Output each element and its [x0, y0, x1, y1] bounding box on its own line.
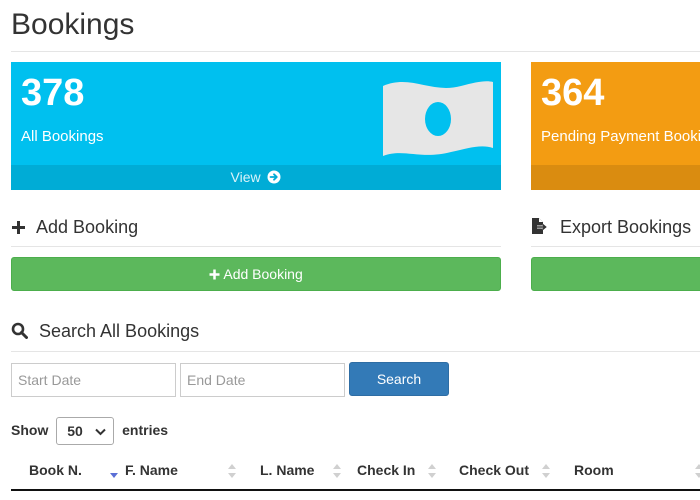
- pending-payment-label: Pending Payment Bookings: [541, 128, 700, 145]
- plus-icon: [209, 269, 220, 280]
- arrow-circle-right-icon: [267, 167, 281, 190]
- export-bookings-button[interactable]: [531, 257, 700, 291]
- all-bookings-box: 378 All Bookings View: [11, 62, 501, 190]
- view-bookings-link[interactable]: View: [11, 165, 501, 190]
- export-bookings-heading: Export Bookings: [531, 215, 691, 239]
- sort-icon: [333, 464, 341, 478]
- column-label: Check Out: [459, 462, 530, 478]
- chevron-down-icon: [95, 429, 106, 436]
- search-divider: [11, 351, 700, 352]
- export-divider: [531, 246, 700, 247]
- entries-select[interactable]: 50: [56, 417, 115, 446]
- pending-payment-footer[interactable]: [531, 165, 700, 190]
- column-label: F. Name: [125, 462, 178, 478]
- search-bookings-heading: Search All Bookings: [11, 319, 199, 343]
- add-booking-title: Add Booking: [36, 217, 139, 237]
- sort-desc-icon: [110, 473, 118, 478]
- table-header-border: [11, 489, 700, 491]
- column-header-check-out[interactable]: Check Out: [459, 453, 559, 489]
- search-icon: [11, 321, 39, 341]
- end-date-input[interactable]: [180, 363, 345, 397]
- add-booking-button-label: Add Booking: [223, 266, 303, 282]
- add-divider: [11, 246, 501, 247]
- view-link-label: View: [230, 169, 261, 185]
- column-header-last-name[interactable]: L. Name: [260, 453, 350, 489]
- column-header-room[interactable]: Room: [574, 453, 700, 489]
- title-divider: [11, 51, 700, 52]
- export-bookings-title: Export Bookings: [560, 217, 692, 237]
- column-label: L. Name: [260, 462, 315, 478]
- plus-icon: [11, 217, 36, 237]
- file-export-icon: [531, 217, 560, 237]
- page-title: Bookings: [11, 8, 135, 41]
- sort-icon: [542, 464, 550, 478]
- sort-icon: [695, 464, 700, 478]
- add-booking-button[interactable]: Add Booking: [11, 257, 501, 291]
- show-label: Show: [11, 422, 49, 438]
- column-header-first-name[interactable]: F. Name: [125, 453, 245, 489]
- entries-value: 50: [67, 423, 83, 440]
- search-button[interactable]: Search: [349, 362, 449, 396]
- add-booking-heading: Add Booking: [11, 215, 138, 239]
- entries-suffix: entries: [122, 422, 169, 438]
- column-label: Room: [574, 462, 614, 478]
- bookings-table-header: Book N. F. Name L. Name Check In Check O…: [11, 453, 700, 489]
- money-icon: [381, 78, 495, 165]
- sort-icon: [228, 464, 236, 478]
- sort-icon: [428, 464, 436, 478]
- entries-control: Show 50 entries: [11, 416, 169, 446]
- column-header-check-in[interactable]: Check In: [357, 453, 449, 489]
- search-bookings-title: Search All Bookings: [39, 321, 200, 341]
- pending-payment-box: 364 Pending Payment Bookings: [531, 62, 700, 190]
- column-label: Book N.: [29, 462, 82, 478]
- column-header-book-number[interactable]: Book N.: [29, 453, 129, 489]
- column-label: Check In: [357, 462, 416, 478]
- start-date-input[interactable]: [11, 363, 176, 397]
- pending-payment-count: 364: [541, 72, 605, 114]
